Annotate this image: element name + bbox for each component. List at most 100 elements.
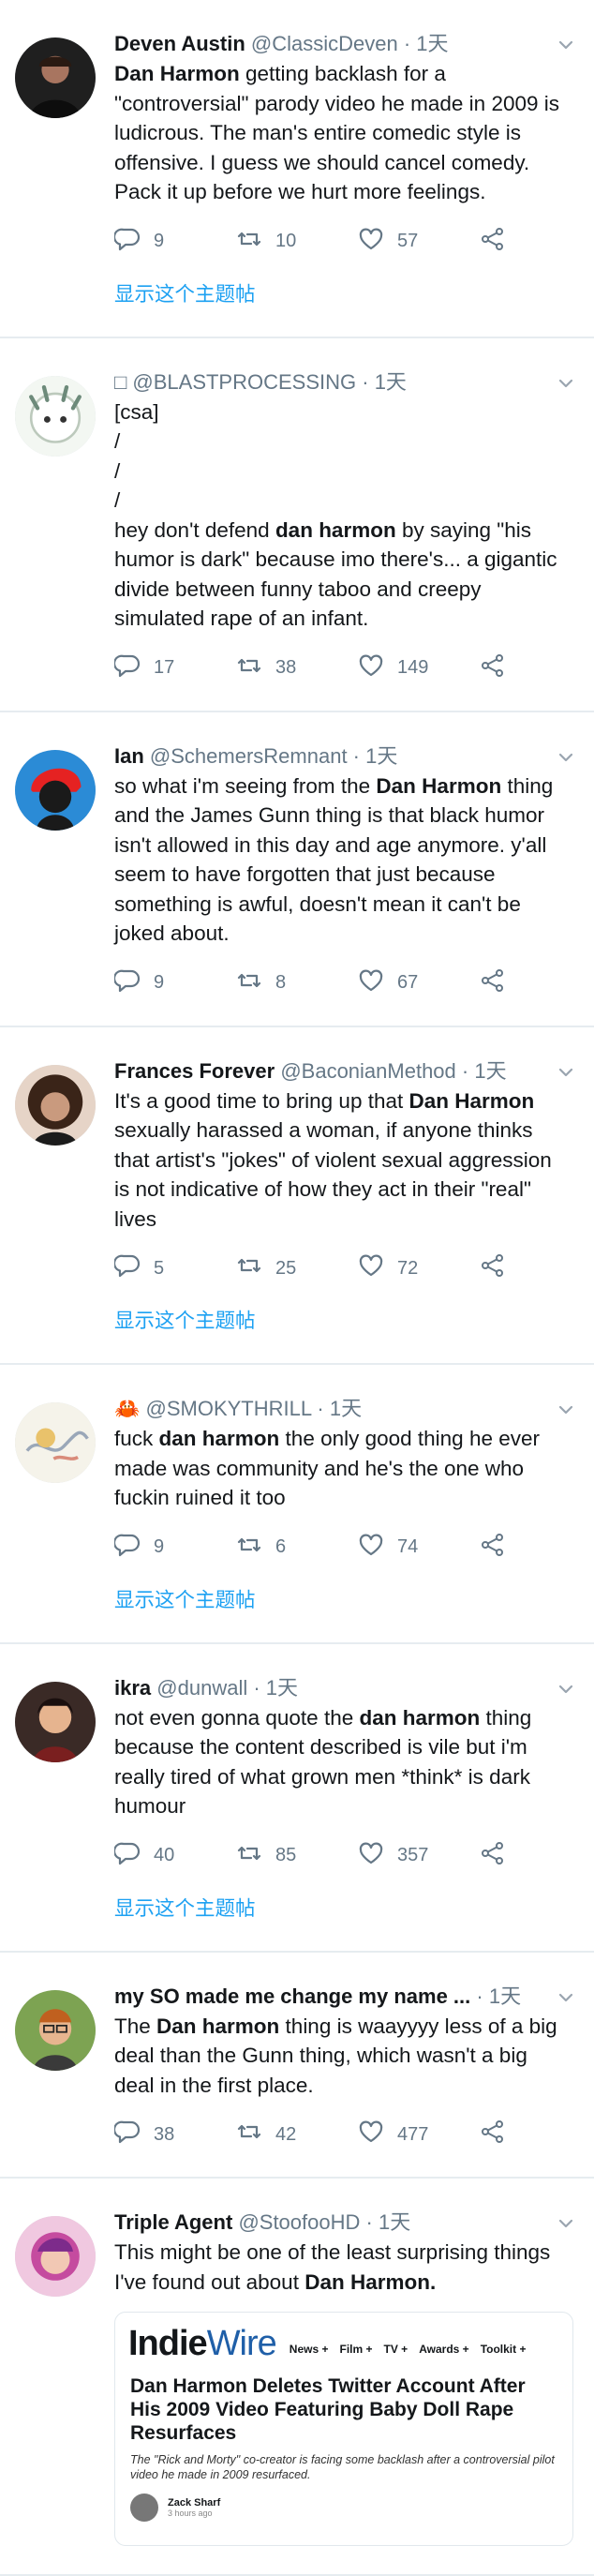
retweet-icon <box>236 1252 275 1284</box>
show-thread-link[interactable]: 显示这个主题帖 <box>114 1307 572 1335</box>
show-thread-link[interactable]: 显示这个主题帖 <box>114 280 572 308</box>
reply-button[interactable]: 9 <box>112 967 236 999</box>
retweet-button[interactable]: 10 <box>236 226 358 258</box>
avatar[interactable] <box>15 37 96 118</box>
share-button[interactable] <box>480 1532 519 1564</box>
like-button[interactable]: 477 <box>358 2119 480 2150</box>
tweet-feed: Deven Austin @ClassicDeven · 1天 Dan Harmo… <box>0 0 594 2576</box>
user-handle[interactable]: @ClassicDeven <box>251 32 398 55</box>
retweet-button[interactable]: 8 <box>236 967 358 999</box>
timestamp[interactable]: 1天 <box>330 1397 362 1420</box>
likes-count: 74 <box>397 1536 419 1557</box>
avatar[interactable] <box>15 375 96 457</box>
user-handle[interactable]: □ @BLASTPROCESSING <box>114 370 356 394</box>
separator-dot: · <box>347 743 366 768</box>
retweet-button[interactable]: 25 <box>236 1252 358 1284</box>
retweet-button[interactable]: 85 <box>236 1840 358 1872</box>
text-segment: sexually harassed a woman, if anyone thi… <box>114 1118 552 1231</box>
retweets-count: 38 <box>275 657 297 678</box>
tweet[interactable]: □ @BLASTPROCESSING · 1天 [csa] / / / hey don't… <box>0 338 594 712</box>
timestamp[interactable]: 1天 <box>416 32 448 55</box>
reply-button[interactable]: 9 <box>112 226 236 258</box>
action-bar: 9 6 74 <box>112 1532 572 1564</box>
display-name[interactable]: Deven Austin <box>114 32 245 55</box>
chevron-down-icon[interactable] <box>555 1061 577 1084</box>
timestamp[interactable]: 1天 <box>375 370 407 394</box>
timestamp[interactable]: 1天 <box>489 1984 521 2008</box>
share-button[interactable] <box>480 1840 519 1872</box>
display-name[interactable]: my SO made me change my name ... <box>114 1984 470 2008</box>
display-name[interactable]: Triple Agent <box>114 2210 232 2234</box>
like-button[interactable]: 72 <box>358 1252 480 1284</box>
tweet-text-line: not even gonna quote the dan harmon thin… <box>114 1703 572 1821</box>
tweet[interactable]: my SO made me change my name ... · 1天 The… <box>0 1953 594 2179</box>
like-button[interactable]: 67 <box>358 967 480 999</box>
reply-button[interactable]: 17 <box>112 652 236 684</box>
tweet[interactable]: Triple Agent @StoofooHD · 1天 This might b… <box>0 2179 594 2576</box>
text-segment: not even gonna quote the <box>114 1705 360 1730</box>
user-handle[interactable]: @dunwall <box>156 1676 247 1700</box>
chevron-down-icon[interactable] <box>555 1399 577 1421</box>
show-thread-link[interactable]: 显示这个主题帖 <box>114 1895 572 1923</box>
share-button[interactable] <box>480 226 519 258</box>
text-segment: / <box>114 458 121 483</box>
reply-icon <box>112 1532 154 1564</box>
avatar[interactable] <box>15 2216 96 2297</box>
show-thread-link[interactable]: 显示这个主题帖 <box>114 1586 572 1614</box>
share-icon <box>480 1840 519 1872</box>
reply-button[interactable]: 9 <box>112 1532 236 1564</box>
like-button[interactable]: 74 <box>358 1532 480 1564</box>
like-icon <box>358 1840 397 1872</box>
tweet[interactable]: Deven Austin @ClassicDeven · 1天 Dan Harmo… <box>0 0 594 338</box>
avatar[interactable] <box>15 1989 96 2071</box>
tweet[interactable]: Frances Forever @BaconianMethod · 1天 It's… <box>0 1027 594 1365</box>
tweet-text: The Dan harmon thing is waayyyy less of … <box>114 2012 572 2101</box>
card-nav-item: Awards + <box>419 2343 469 2356</box>
retweet-button[interactable]: 6 <box>236 1532 358 1564</box>
share-button[interactable] <box>480 1252 519 1284</box>
like-button[interactable]: 149 <box>358 652 480 684</box>
likes-count: 149 <box>397 657 429 678</box>
chevron-down-icon[interactable] <box>555 372 577 395</box>
user-handle[interactable]: @StoofooHD <box>238 2210 360 2234</box>
share-button[interactable] <box>480 2119 519 2150</box>
timestamp[interactable]: 1天 <box>266 1676 298 1700</box>
chevron-down-icon[interactable] <box>555 1986 577 2009</box>
tweet[interactable]: 🦀 @SMOKYTHRILL · 1天 fuck dan harmon the o… <box>0 1365 594 1644</box>
retweets-count: 25 <box>275 1257 297 1279</box>
display-name[interactable]: ikra <box>114 1676 151 1700</box>
chevron-down-icon[interactable] <box>555 1678 577 1700</box>
timestamp[interactable]: 1天 <box>474 1059 506 1083</box>
avatar[interactable] <box>15 1681 96 1762</box>
tweet[interactable]: ikra @dunwall · 1天 not even gonna quote t… <box>0 1644 594 1953</box>
retweet-button[interactable]: 42 <box>236 2119 358 2150</box>
action-bar: 9 8 67 <box>112 967 572 999</box>
avatar[interactable] <box>15 1402 96 1483</box>
like-button[interactable]: 57 <box>358 226 480 258</box>
display-name[interactable]: Ian <box>114 744 144 768</box>
chevron-down-icon[interactable] <box>555 746 577 769</box>
chevron-down-icon[interactable] <box>555 34 577 56</box>
chevron-down-icon[interactable] <box>555 2212 577 2235</box>
display-name[interactable]: Frances Forever <box>114 1059 275 1083</box>
like-button[interactable]: 357 <box>358 1840 480 1872</box>
retweets-count: 10 <box>275 231 297 251</box>
user-handle[interactable]: @SchemersRemnant <box>150 744 348 768</box>
separator-dot: · <box>311 1397 330 1420</box>
avatar[interactable] <box>15 749 96 831</box>
share-button[interactable] <box>480 967 519 999</box>
reply-button[interactable]: 38 <box>112 2119 236 2150</box>
reply-button[interactable]: 40 <box>112 1840 236 1872</box>
tweet-text: [csa] / / / hey don't defend dan harmon by s… <box>114 397 572 634</box>
reply-button[interactable]: 5 <box>112 1252 236 1284</box>
share-button[interactable] <box>480 652 519 684</box>
tweet-text: Dan Harmon getting backlash for a "contr… <box>114 59 572 207</box>
separator-dot: · <box>397 32 417 55</box>
timestamp[interactable]: 1天 <box>365 744 397 768</box>
avatar[interactable] <box>15 1064 96 1146</box>
tweet[interactable]: Ian @SchemersRemnant · 1天 so what i'm see… <box>0 712 594 1027</box>
timestamp[interactable]: 1天 <box>379 2210 410 2234</box>
retweet-button[interactable]: 38 <box>236 652 358 684</box>
user-handle[interactable]: @BaconianMethod <box>280 1059 455 1083</box>
user-handle[interactable]: 🦀 @SMOKYTHRILL <box>114 1397 311 1420</box>
